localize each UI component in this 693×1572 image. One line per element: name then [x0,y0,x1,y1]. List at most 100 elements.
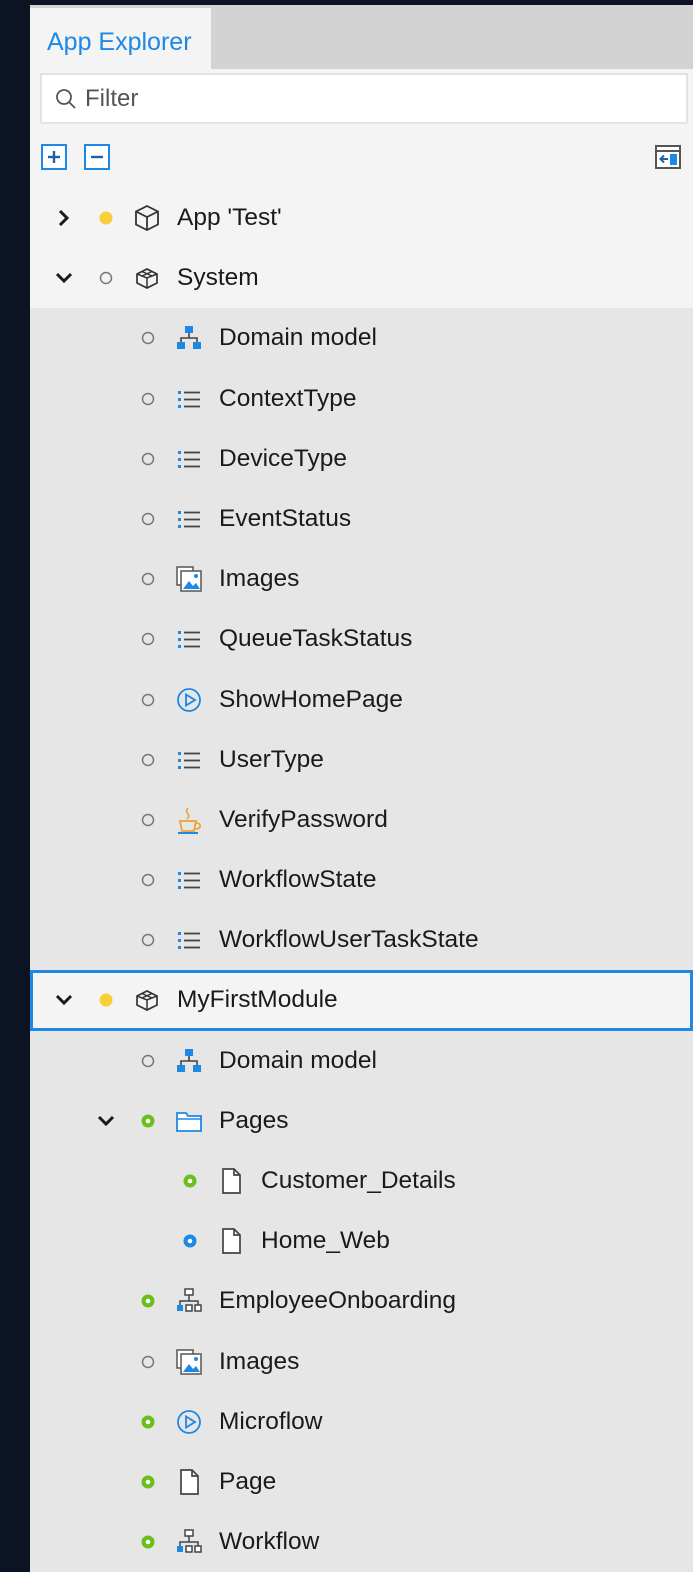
tree-item-label: Page [219,1467,277,1495]
tree-item-label: Domain model [219,1046,377,1074]
domain-model-icon [177,326,201,350]
tree-item-page[interactable]: Page [30,1452,693,1512]
status-empty-icon [141,392,155,405]
images-icon [176,566,202,592]
tree-item-label: ShowHomePage [219,685,403,713]
tree-item-label: Workflow [219,1528,320,1556]
status-yellow-icon [99,993,113,1007]
enumeration-icon [178,932,200,950]
tree-item-label: Home_Web [261,1227,390,1255]
tree-item-microflow[interactable]: Microflow [30,1392,693,1452]
status-yellow-icon [99,211,113,225]
tree-item-pages[interactable]: Pages [30,1091,693,1151]
status-green-icon [183,1174,197,1188]
tree-item-label: QueueTaskStatus [219,625,413,653]
chevron-right-icon[interactable] [52,206,76,230]
tree-item-images[interactable]: Images [30,549,693,609]
page-icon [180,1469,199,1495]
tree-item-label: MyFirstModule [177,986,338,1014]
tab-app-explorer[interactable]: App Explorer [30,8,211,69]
tree-item-label: DeviceType [219,444,348,472]
tree-item-devicetype[interactable]: DeviceType [30,429,693,489]
status-empty-icon [141,873,155,887]
tree-item-eventstatus[interactable]: EventStatus [30,489,693,549]
status-green-icon [141,1114,155,1128]
filter-bar: Filter [30,69,693,128]
tree-item-myfirstmodule[interactable]: MyFirstModule [30,970,693,1031]
tree-item-workflow[interactable]: Workflow [30,1512,693,1572]
enumeration-icon [178,631,200,649]
status-empty-icon [141,693,155,706]
tree-item-workflowstate[interactable]: WorkflowState [30,850,693,910]
tree-item-label: WorkflowState [219,866,377,894]
app-explorer-panel: App Explorer Filter App 'Test' System Doma… [30,5,693,1572]
tree-item-label: VerifyPassword [219,805,388,833]
tree-item-label: App 'Test' [177,204,282,231]
tree-item-contexttype[interactable]: ContextType [30,369,693,429]
status-empty-icon [99,271,113,285]
status-blue-icon [183,1234,197,1248]
status-empty-icon [141,813,155,827]
enumeration-icon [178,751,200,769]
status-green-icon [141,1415,155,1429]
tree-item-showhomepage[interactable]: ShowHomePage [30,670,693,730]
tree-item-verifypassword[interactable]: VerifyPassword [30,790,693,850]
tree-item-system[interactable]: System [30,248,693,309]
tree-item-customer-details[interactable]: Customer_Details [30,1151,693,1211]
tab-bar: App Explorer [30,5,693,69]
chevron-down-icon[interactable] [52,988,76,1012]
chevron-down-icon[interactable] [52,266,76,290]
status-empty-icon [141,1054,155,1067]
status-green-icon [141,1535,155,1549]
tree-item-label: UserType [219,745,324,773]
tree-item-label: Microflow [219,1407,323,1435]
status-empty-icon [141,512,155,526]
java-action-icon [178,807,201,834]
tree-item-label: Pages [219,1106,289,1134]
microflow-icon [177,687,201,712]
status-empty-icon [141,633,155,646]
tree-item-images[interactable]: Images [30,1332,693,1392]
folder-icon [176,1111,202,1132]
tree-item-label: ContextType [219,384,357,412]
tree-item-label: Domain model [219,324,377,352]
tree-item-domain-model[interactable]: Domain model [30,308,693,368]
module-icon [136,990,158,1012]
enumeration-icon [178,872,200,890]
status-empty-icon [141,1355,155,1368]
tree-item-label: Images [219,565,300,593]
status-green-icon [141,1294,155,1308]
tree-item-label: EventStatus [219,504,352,532]
collapse-all-icon[interactable] [83,143,111,171]
tree-item-workflowusertaskstate[interactable]: WorkflowUserTaskState [30,910,693,970]
expand-all-icon[interactable] [40,143,68,171]
tree-item-label: WorkflowUserTaskState [219,926,479,954]
tree-item-label: System [177,264,259,292]
microflow-icon [177,1409,201,1434]
workflow-icon [177,1529,202,1553]
status-empty-icon [141,753,155,766]
tree-item-home-web[interactable]: Home_Web [30,1211,693,1271]
status-empty-icon [141,452,155,465]
enumeration-icon [178,510,200,528]
project-tree: App 'Test' System Domain model ContextType D… [30,188,693,1572]
link-with-editor-icon[interactable] [654,143,682,171]
status-empty-icon [141,572,155,586]
tree-item-employeeonboarding[interactable]: EmployeeOnboarding [30,1271,693,1331]
search-icon [56,89,76,109]
page-icon [222,1228,241,1255]
images-icon [176,1348,202,1375]
tree-item-label: Customer_Details [261,1167,456,1194]
tree-item-label: EmployeeOnboarding [219,1287,456,1315]
tree-item-queuetaskstatus[interactable]: QueueTaskStatus [30,609,693,669]
tree-item-domain-model[interactable]: Domain model [30,1031,693,1091]
tree-item-app-test[interactable]: App 'Test' [30,188,693,249]
tree-item-usertype[interactable]: UserType [30,730,693,790]
explorer-toolbar [30,128,693,188]
filter-input[interactable]: Filter [40,73,688,124]
workflow-icon [177,1288,202,1313]
module-icon [136,268,158,290]
chevron-down-icon[interactable] [94,1109,118,1133]
status-empty-icon [141,332,155,345]
status-green-icon [141,1475,155,1489]
